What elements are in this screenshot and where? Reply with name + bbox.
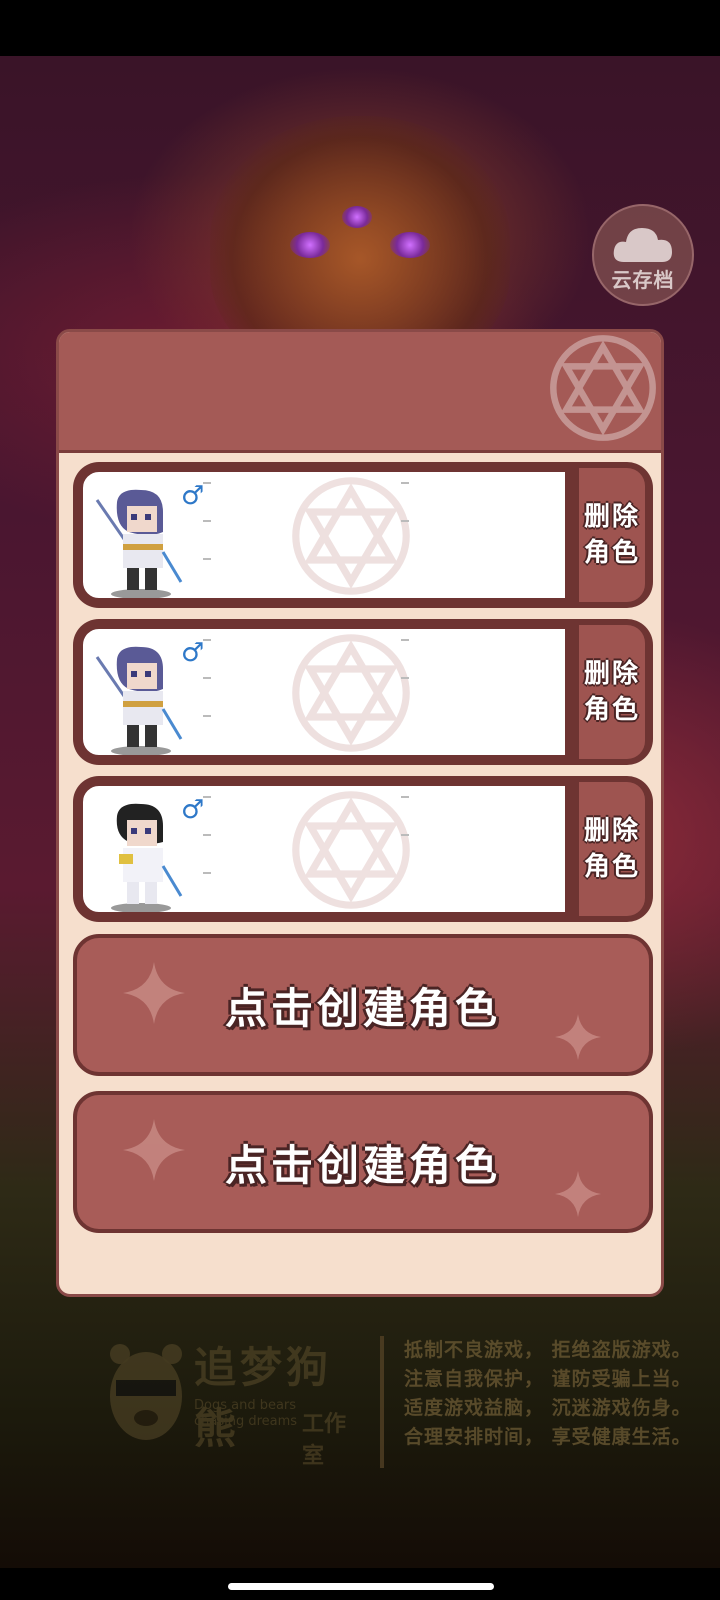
status-bar [0, 0, 720, 56]
hexagram-emblem-icon [550, 335, 656, 441]
brand-english: Dogs and bears chasing dreams [194, 1398, 298, 1429]
character-avatar [111, 803, 183, 912]
create-character-label: 点击创建角色 [224, 983, 501, 1033]
info-placeholder [203, 520, 211, 522]
hexagram-watermark-icon [292, 791, 410, 909]
notice-line: 合理安排时间， 享受健康生活。 [404, 1426, 692, 1448]
tiger-eye-left [290, 232, 330, 258]
notice-line: 适度游戏益脑， 沉迷游戏伤身。 [404, 1397, 692, 1419]
create-character-button[interactable]: 点击创建角色 [73, 934, 653, 1076]
character-slot-1[interactable]: ♂ 删除角色 [73, 462, 653, 608]
male-icon: ♂ [181, 638, 205, 668]
tiger-eye-right [390, 232, 430, 258]
bear-sunglasses-icon [110, 1344, 182, 1440]
notice-line: 注意自我保护， 谨防受骗上当。 [404, 1368, 692, 1390]
male-icon: ♂ [181, 795, 205, 825]
brand-studio: 工作室 [302, 1412, 347, 1469]
info-placeholder [203, 677, 211, 679]
sparkle-icon [555, 1014, 601, 1060]
info-placeholder [203, 872, 211, 874]
character-slot-3[interactable]: ♂ 删除角色 [73, 776, 653, 922]
info-placeholder [203, 834, 211, 836]
create-character-label: 点击创建角色 [224, 1140, 501, 1190]
health-notice: 抵制不良游戏， 拒绝盗版游戏。 注意自我保护， 谨防受骗上当。 适度游戏益脑， … [404, 1336, 694, 1452]
info-placeholder [401, 834, 409, 836]
info-placeholder [203, 715, 211, 717]
character-info[interactable]: ♂ [79, 468, 569, 602]
character-avatar [95, 646, 183, 755]
studio-logo: 追梦狗熊 Dogs and bears chasing dreams 工作室 [106, 1330, 356, 1469]
hexagram-watermark-icon [292, 634, 410, 752]
info-placeholder [401, 796, 409, 798]
cloud-icon [613, 228, 672, 262]
hexagram-watermark-icon [292, 477, 410, 595]
info-placeholder [203, 639, 211, 641]
delete-character-button[interactable]: 删除 角色 [579, 625, 645, 759]
info-placeholder [401, 639, 409, 641]
male-icon: ♂ [181, 481, 205, 511]
info-placeholder [401, 677, 409, 679]
delete-label-line1: 删除 [584, 659, 641, 689]
cloud-save-button[interactable]: 云存档 [592, 204, 694, 306]
sparkle-icon [555, 1171, 601, 1217]
tiger-third-eye [342, 206, 372, 228]
notice-line: 抵制不良游戏， 拒绝盗版游戏。 [404, 1339, 692, 1361]
info-placeholder [203, 558, 211, 560]
home-indicator[interactable] [228, 1583, 494, 1590]
delete-character-button[interactable]: 删除 角色 [579, 782, 645, 916]
character-info[interactable]: ♂ [79, 782, 569, 916]
info-placeholder [401, 482, 409, 484]
character-avatar [95, 489, 183, 598]
character-select-panel: ♂ 删除 角色 ♂ 删除 角色 ♂ 删除 角色 点击创建角色 点击创建角色 [56, 329, 664, 1297]
footer-divider [380, 1336, 384, 1468]
delete-character-button[interactable]: 删除 角色 [579, 468, 645, 602]
character-info[interactable]: ♂ [79, 625, 569, 759]
delete-label-line2: 角色 [584, 695, 641, 725]
cloud-save-label: 云存档 [611, 268, 675, 292]
character-slot-2[interactable]: ♂ 删除角色 [73, 619, 653, 765]
sparkle-icon [123, 962, 185, 1024]
sparkle-icon [123, 1119, 185, 1181]
info-placeholder [203, 482, 211, 484]
delete-label-line2: 角色 [584, 852, 641, 882]
delete-label-line1: 删除 [584, 816, 641, 846]
info-placeholder [401, 520, 409, 522]
delete-label-line1: 删除 [584, 502, 641, 532]
delete-label-line2: 角色 [584, 538, 641, 568]
info-placeholder [203, 796, 211, 798]
create-character-button[interactable]: 点击创建角色 [73, 1091, 653, 1233]
panel-header [59, 332, 661, 453]
